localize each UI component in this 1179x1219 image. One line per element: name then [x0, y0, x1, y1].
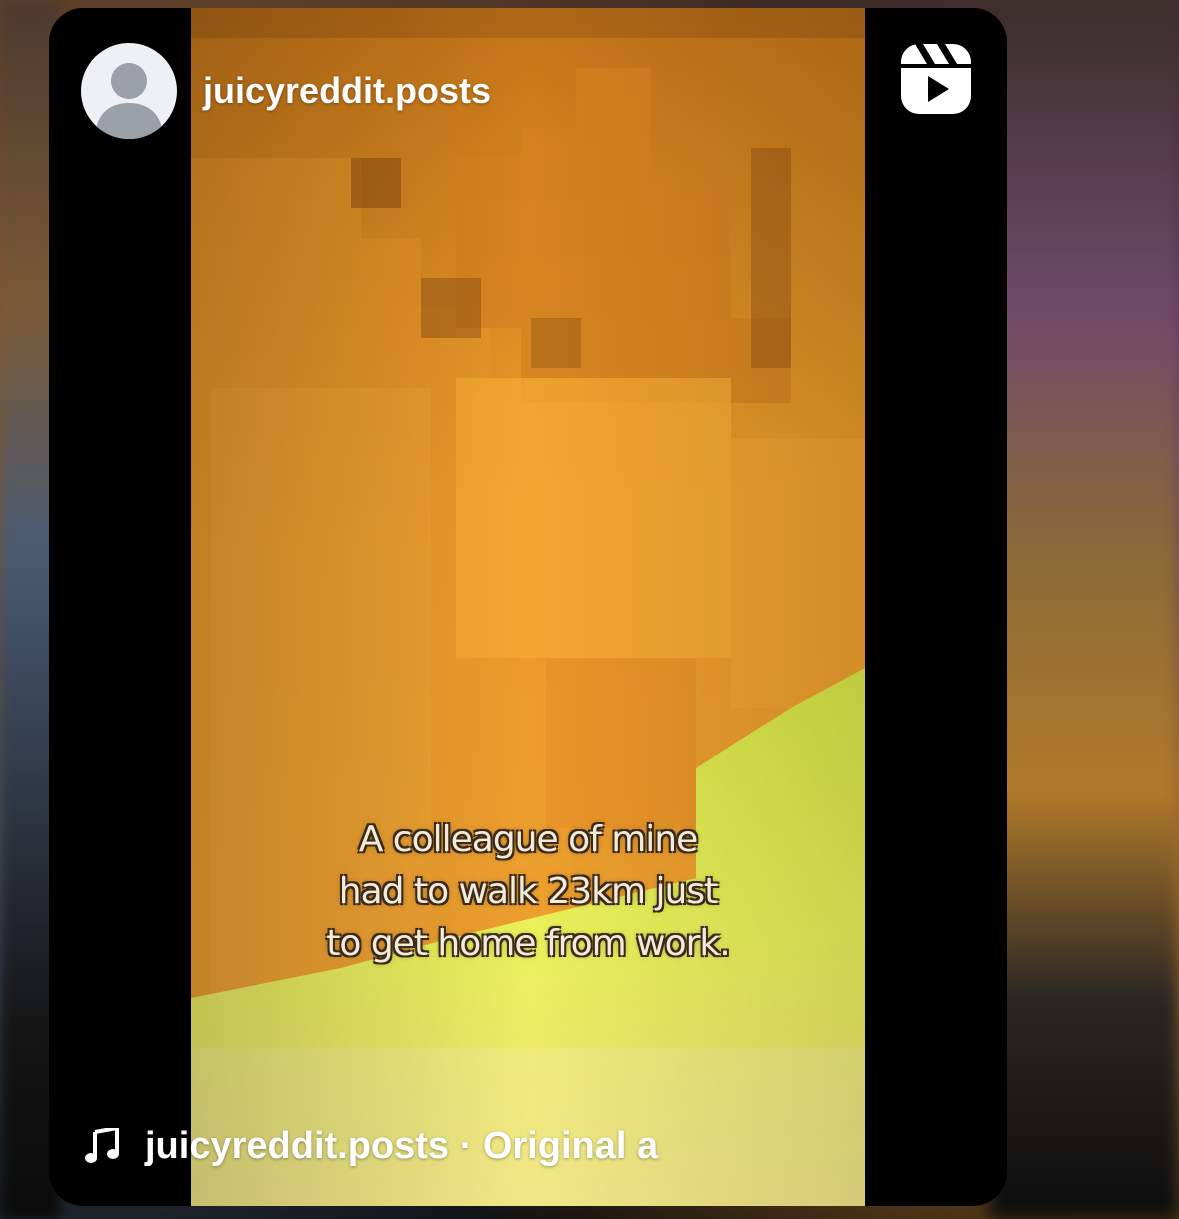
background-blur-right: [989, 0, 1179, 1219]
post-header: juicyreddit.posts: [81, 43, 491, 139]
audio-attribution[interactable]: juicyreddit.posts · Original a: [85, 1116, 658, 1176]
caption-line: A colleague of mine: [358, 819, 699, 860]
audio-label[interactable]: juicyreddit.posts · Original a: [145, 1125, 658, 1168]
reels-icon[interactable]: [901, 44, 971, 114]
reel-video[interactable]: A colleague of mine had to walk 23km jus…: [191, 8, 865, 1206]
video-caption: A colleague of mine had to walk 23km jus…: [191, 814, 865, 970]
post-username[interactable]: juicyreddit.posts: [203, 70, 491, 112]
caption-line: had to walk 23km just: [338, 871, 718, 912]
reel-post-card[interactable]: A colleague of mine had to walk 23km jus…: [49, 8, 1007, 1206]
video-frame-image: [191, 8, 865, 1206]
caption-line: to get home from work.: [326, 923, 730, 964]
music-note-icon: [85, 1128, 119, 1163]
default-profile-avatar-icon[interactable]: [81, 43, 177, 139]
